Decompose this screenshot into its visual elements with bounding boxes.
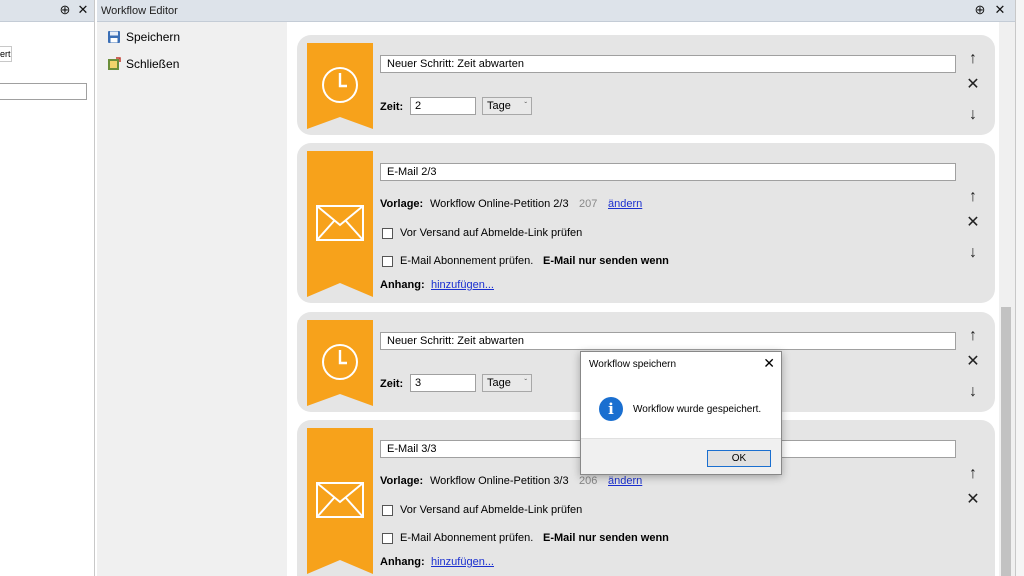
time-unit-select[interactable]: Tage ˇ bbox=[482, 374, 532, 392]
remove-step-button[interactable]: ✕ bbox=[963, 213, 983, 233]
unsubscribe-check-checkbox[interactable] bbox=[382, 228, 393, 239]
move-up-button[interactable]: ↑ bbox=[963, 326, 983, 346]
vertical-scrollbar[interactable] bbox=[999, 22, 1013, 576]
step-name-input[interactable]: Neuer Schritt: Zeit abwarten bbox=[380, 332, 956, 350]
envelope-icon bbox=[307, 151, 373, 297]
close-document-button[interactable]: Schließen bbox=[107, 55, 179, 73]
template-name: Workflow Online-Petition 2/3 bbox=[430, 198, 569, 210]
close-doc-icon bbox=[107, 57, 121, 71]
right-dock-panel bbox=[1015, 0, 1024, 576]
template-id: 207 bbox=[579, 198, 598, 210]
time-label: Zeit: bbox=[380, 378, 404, 390]
template-label: Vorlage: bbox=[380, 475, 424, 487]
remove-step-button[interactable]: ✕ bbox=[963, 352, 983, 372]
template-label: Vorlage: bbox=[380, 198, 424, 210]
attachment-label: Anhang: bbox=[380, 556, 425, 568]
pin-icon[interactable]: ⊕ bbox=[58, 3, 72, 17]
close-icon[interactable]: ✕ bbox=[76, 3, 90, 17]
unsubscribe-check-label: Vor Versand auf Abmelde-Link prüfen bbox=[400, 227, 583, 239]
workflow-editor: Workflow Editor ⊕ ✕ Speichern Schließen bbox=[97, 0, 1015, 576]
change-template-link[interactable]: ändern bbox=[608, 475, 642, 487]
step-name-input[interactable]: Neuer Schritt: Zeit abwarten bbox=[380, 55, 956, 73]
subscription-check-checkbox[interactable] bbox=[382, 256, 393, 267]
left-dock-header: ⊕ ✕ bbox=[0, 0, 94, 22]
workflow-step-wait: Neuer Schritt: Zeit abwarten Zeit: 2 Tag… bbox=[297, 35, 995, 135]
remove-step-button[interactable]: ✕ bbox=[963, 75, 983, 95]
time-value-input[interactable]: 3 bbox=[410, 374, 476, 392]
unsubscribe-check-label: Vor Versand auf Abmelde-Link prüfen bbox=[400, 504, 583, 516]
move-down-button[interactable]: ↓ bbox=[963, 105, 983, 125]
left-dock-panel: ⊕ ✕ ert bbox=[0, 0, 95, 576]
save-icon bbox=[107, 30, 121, 44]
dialog-title: Workflow speichern bbox=[589, 359, 677, 370]
time-unit-select[interactable]: Tage ˇ bbox=[482, 97, 532, 115]
editor-title: Workflow Editor bbox=[101, 5, 178, 17]
time-label: Zeit: bbox=[380, 101, 404, 113]
add-attachment-link[interactable]: hinzufügen... bbox=[431, 556, 494, 568]
add-attachment-link[interactable]: hinzufügen... bbox=[431, 279, 494, 291]
close-document-label: Schließen bbox=[126, 57, 180, 71]
subscription-check-label: E-Mail Abonnement prüfen. bbox=[400, 532, 534, 544]
save-button[interactable]: Speichern bbox=[107, 28, 180, 46]
info-icon: i bbox=[599, 397, 623, 421]
move-down-button[interactable]: ↓ bbox=[963, 243, 983, 263]
editor-header: Workflow Editor ⊕ ✕ bbox=[97, 0, 1015, 22]
dialog-close-button[interactable]: ✕ bbox=[763, 355, 775, 372]
send-only-if-label: E-Mail nur senden wenn bbox=[543, 255, 669, 267]
time-value-input[interactable]: 2 bbox=[410, 97, 476, 115]
clock-icon bbox=[307, 320, 373, 406]
chevron-down-icon: ˇ bbox=[524, 101, 527, 110]
step-name-input[interactable]: E-Mail 2/3 bbox=[380, 163, 956, 181]
move-down-button[interactable]: ↓ bbox=[963, 382, 983, 402]
chevron-down-icon: ˇ bbox=[524, 378, 527, 387]
attachment-label: Anhang: bbox=[380, 279, 425, 291]
remove-step-button[interactable]: ✕ bbox=[963, 490, 983, 510]
left-input[interactable] bbox=[0, 83, 87, 100]
subscription-check-checkbox[interactable] bbox=[382, 533, 393, 544]
template-id: 206 bbox=[579, 475, 598, 487]
dialog-message: Workflow wurde gespeichert. bbox=[633, 404, 762, 415]
left-tab[interactable]: ert bbox=[0, 46, 12, 62]
clock-icon bbox=[307, 43, 373, 129]
save-confirmation-dialog: Workflow speichern ✕ i Workflow wurde ge… bbox=[580, 351, 782, 475]
move-up-button[interactable]: ↑ bbox=[963, 187, 983, 207]
move-up-button[interactable]: ↑ bbox=[963, 464, 983, 484]
template-name: Workflow Online-Petition 3/3 bbox=[430, 475, 569, 487]
send-only-if-label: E-Mail nur senden wenn bbox=[543, 532, 669, 544]
save-label: Speichern bbox=[126, 30, 181, 44]
move-up-button[interactable]: ↑ bbox=[963, 49, 983, 69]
scrollbar-thumb[interactable] bbox=[1001, 307, 1011, 576]
ok-button[interactable]: OK bbox=[707, 450, 771, 467]
subscription-check-label: E-Mail Abonnement prüfen. bbox=[400, 255, 534, 267]
change-template-link[interactable]: ändern bbox=[608, 198, 642, 210]
envelope-icon bbox=[307, 428, 373, 574]
unsubscribe-check-checkbox[interactable] bbox=[382, 505, 393, 516]
close-icon[interactable]: ✕ bbox=[993, 3, 1007, 17]
command-bar: Speichern Schließen bbox=[97, 22, 287, 576]
pin-icon[interactable]: ⊕ bbox=[973, 3, 987, 17]
time-unit-value: Tage bbox=[487, 100, 511, 112]
workflow-step-email: E-Mail 2/3 Vorlage: Workflow Online-Peti… bbox=[297, 143, 995, 303]
workflow-canvas: Neuer Schritt: Zeit abwarten Zeit: 2 Tag… bbox=[287, 22, 999, 576]
time-unit-value: Tage bbox=[487, 377, 511, 389]
